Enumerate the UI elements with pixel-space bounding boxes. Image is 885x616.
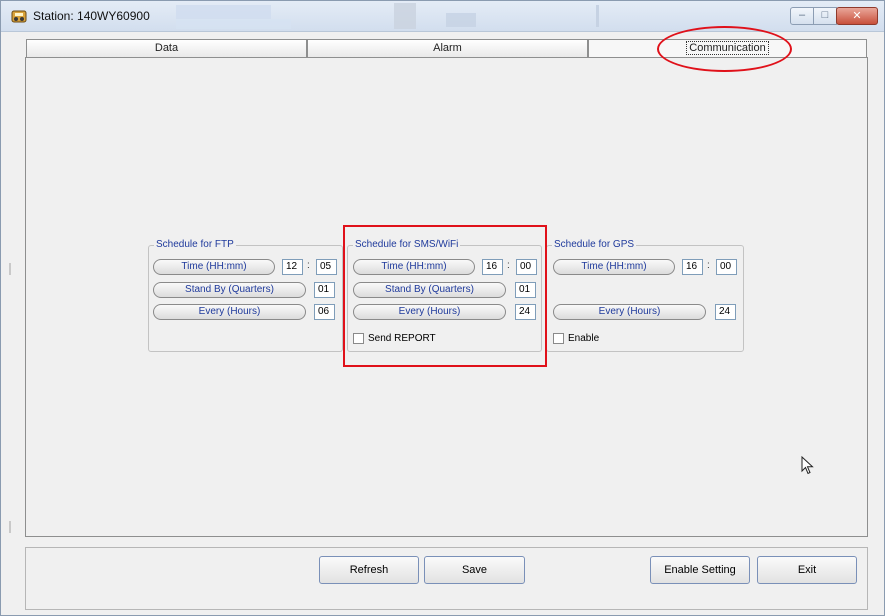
ftp-standby-button[interactable]: Stand By (Quarters) [153,282,306,298]
edge-mark [9,521,11,533]
gps-time-minute-field[interactable]: 00 [716,259,737,275]
close-button[interactable]: ✕ [836,7,878,25]
ftp-every-button[interactable]: Every (Hours) [153,304,306,320]
maximize-icon: □ [821,9,829,21]
exit-button[interactable]: Exit [757,556,857,584]
gps-time-button[interactable]: Time (HH:mm) [553,259,675,275]
ftp-every-field[interactable]: 06 [314,304,335,320]
window-title: Station: 140WY60900 [33,9,150,23]
gps-group-title: Schedule for GPS [552,239,637,250]
highlight-rectangle-annotation [343,225,547,367]
tab-alarm[interactable]: Alarm [307,39,588,57]
gps-every-button[interactable]: Every (Hours) [553,304,706,320]
gps-time-hour-field[interactable]: 16 [682,259,703,275]
gps-every-field[interactable]: 24 [715,304,736,320]
refresh-button[interactable]: Refresh [319,556,419,584]
gps-enable-label: Enable [568,333,600,344]
background-window-ghost [596,5,599,27]
background-window-ghost [176,19,291,29]
station-window: Station: 140WY60900 – □ ✕ Data Alarm Com… [0,0,885,616]
gps-time-separator: : [707,260,710,271]
gps-enable-checkbox[interactable] [553,333,564,344]
save-button[interactable]: Save [424,556,525,584]
ftp-time-minute-field[interactable]: 05 [316,259,337,275]
enable-setting-button[interactable]: Enable Setting [650,556,750,584]
station-app-icon [11,10,27,23]
background-window-ghost [394,3,416,29]
maximize-button[interactable]: □ [813,7,837,25]
edge-mark [9,263,11,275]
tab-data[interactable]: Data [26,39,307,57]
minimize-icon: – [798,9,806,21]
highlight-ellipse-annotation [657,26,792,72]
ftp-time-separator: : [307,260,310,271]
mouse-cursor-icon [801,456,814,475]
minimize-button[interactable]: – [790,7,814,25]
background-window-ghost [176,5,271,19]
background-window-ghost [446,13,476,27]
ftp-group-title: Schedule for FTP [154,239,236,250]
ftp-time-button[interactable]: Time (HH:mm) [153,259,275,275]
ftp-standby-field[interactable]: 01 [314,282,335,298]
close-icon: ✕ [852,10,862,22]
ftp-time-hour-field[interactable]: 12 [282,259,303,275]
